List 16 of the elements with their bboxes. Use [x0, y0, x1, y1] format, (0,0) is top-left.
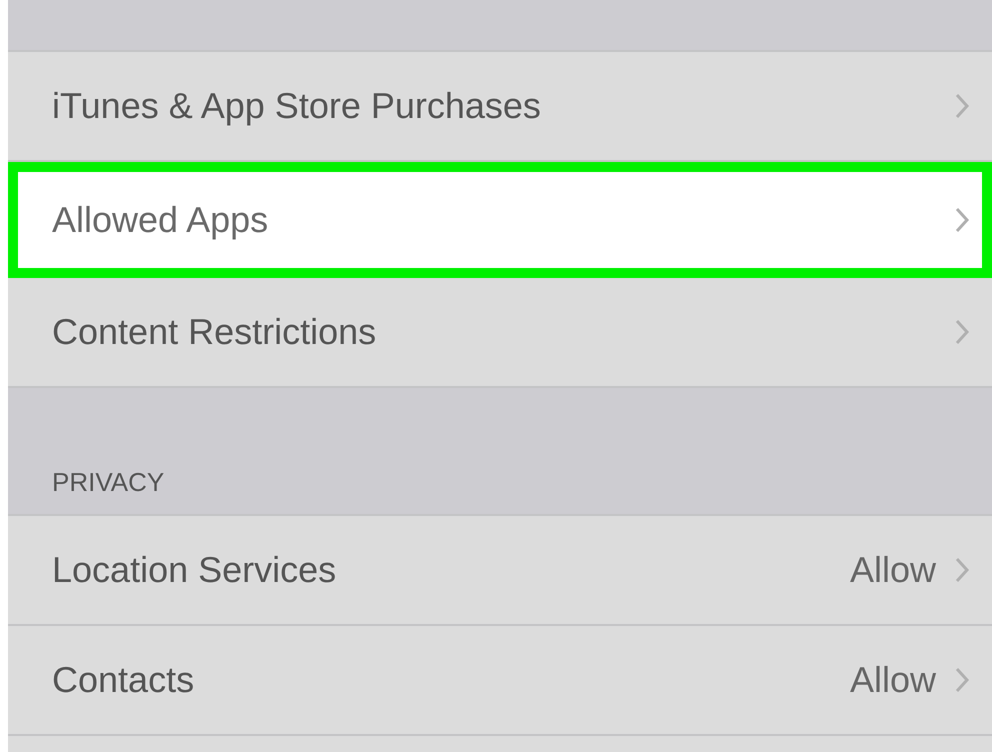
row-label: Allowed Apps	[52, 199, 270, 241]
chevron-icon	[954, 666, 970, 694]
settings-row[interactable]	[8, 736, 992, 752]
chevron-icon	[954, 206, 970, 234]
chevron-icon	[954, 318, 970, 346]
settings-row[interactable]: Content Restrictions	[8, 278, 992, 388]
row-value: Allow	[850, 549, 936, 591]
row-label: Contacts	[52, 659, 196, 701]
row-label: Content Restrictions	[52, 311, 378, 353]
row-label: iTunes & App Store Purchases	[52, 85, 542, 127]
settings-row[interactable]: Allowed Apps	[8, 162, 992, 278]
chevron-icon	[954, 556, 970, 584]
chevron-icon	[954, 92, 970, 120]
row-label: Location Services	[52, 549, 338, 591]
row-value: Allow	[850, 659, 936, 701]
section-header: PRIVACY	[52, 467, 164, 498]
